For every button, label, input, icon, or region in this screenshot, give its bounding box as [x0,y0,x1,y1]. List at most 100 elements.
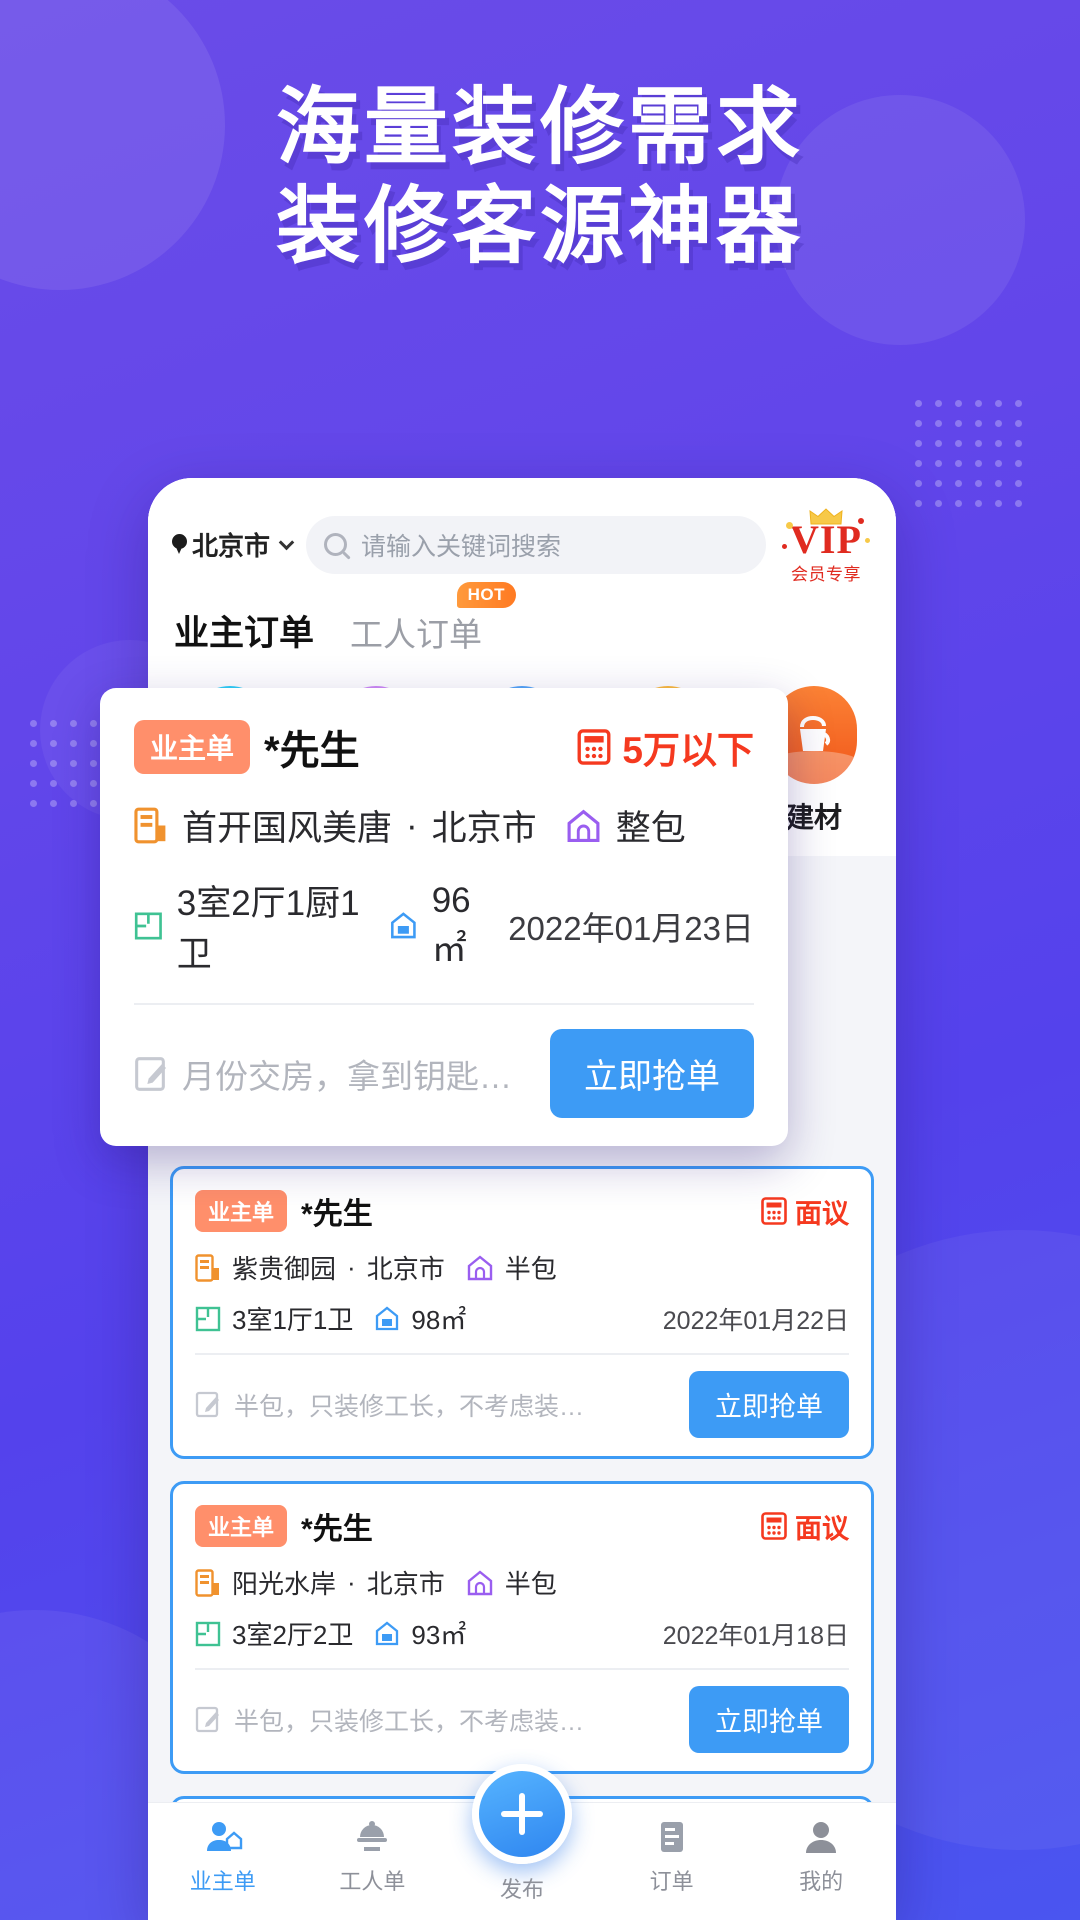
search-input[interactable]: 请输入关键词搜索 [306,515,766,574]
tab-label: 工人订单 [350,616,483,653]
order-city: 北京市 [431,809,537,848]
building-icon [195,1253,219,1282]
search-icon [324,533,348,556]
order-card[interactable]: 业主单 *先生 面议 阳光水岸 · 北京市 半包 3室2厅2卫 93㎡ 2022… [170,1481,874,1774]
nav-label: 工人单 [339,1869,406,1894]
search-placeholder: 请输入关键词搜索 [361,532,562,561]
grab-order-button[interactable]: 立即抢单 [689,1371,849,1438]
nav-label: 业主单 [189,1869,256,1894]
order-budget-label: 面议 [795,1198,849,1229]
hot-badge: HOT [456,582,517,608]
vip-title: VIP [790,517,862,562]
card-divider [195,1668,849,1670]
area-icon [376,1621,399,1645]
building-icon [195,1568,219,1597]
calculator-icon [577,729,611,765]
order-tag: 业主单 [134,720,251,774]
nav-item-owner-orders[interactable]: 业主单 [148,1817,298,1896]
order-separator: · [406,805,418,845]
calculator-icon [761,1197,787,1225]
nav-label: 订单 [649,1869,694,1894]
order-budget: 面议 [761,1507,849,1546]
card-divider [195,1353,849,1355]
location-selector[interactable]: 北京市 [172,526,295,563]
order-package: 半包 [504,1569,557,1599]
grab-order-button[interactable]: 立即抢单 [689,1686,849,1753]
order-separator: · [347,1567,356,1597]
sparkle-dot [865,538,870,543]
user-profile-icon [746,1817,896,1861]
tab-owner-orders[interactable]: 业主订单 [174,605,314,658]
order-date: 2022年01月22日 [662,1306,849,1335]
app-top-bar: 北京市 请输入关键词搜索 VIP 会员专享 [148,478,896,595]
order-description: 半包，只装修工长，不考虑装… [234,1707,585,1736]
order-budget: 面议 [761,1192,849,1231]
calculator-icon [761,1512,787,1540]
home-arch-icon [467,1254,492,1280]
grab-order-button[interactable]: 立即抢单 [550,1029,754,1118]
order-package: 整包 [615,809,686,848]
nav-item-worker-orders[interactable]: 工人单 [298,1817,448,1896]
sparkle-dot [782,544,787,549]
order-layout: 3室1厅1卫 [232,1305,354,1335]
home-arch-icon [467,1569,492,1595]
location-pin-icon [172,534,187,555]
headline-line-2: 装修客源神器 [275,177,804,276]
tab-worker-orders[interactable]: 工人订单 HOT [350,582,517,658]
order-city: 北京市 [366,1254,445,1284]
order-tag: 业主单 [195,1190,288,1232]
vip-subtitle: 会员专享 [791,565,861,584]
order-type-tabs: 业主订单 工人订单 HOT [148,582,896,672]
order-layout: 3室2厅2卫 [232,1620,354,1650]
order-budget-label: 5万以下 [622,730,754,771]
order-budget-label: 面议 [795,1513,849,1544]
order-area: 93㎡ [411,1620,467,1650]
floorplan-icon [195,1306,221,1331]
floorplan-icon [134,912,162,940]
note-icon [195,1391,219,1418]
area-icon [390,912,416,939]
order-customer-name: *先生 [264,729,360,773]
nav-item-orders[interactable]: 订单 [597,1817,747,1896]
floorplan-icon [195,1621,221,1646]
order-community: 紫贵御园 [232,1254,337,1284]
tab-label: 业主订单 [174,614,315,653]
poster-headline: 海量装修需求 装修客源神器 [0,78,1080,276]
order-card[interactable]: 业主单 *先生 面议 紫贵御园 · 北京市 半包 3室1厅1卫 98㎡ 2022… [170,1166,874,1459]
order-list-icon [597,1817,747,1861]
order-budget: 5万以下 [577,720,754,774]
order-layout: 3室2厅1厨1卫 [176,884,360,974]
order-date: 2022年01月23日 [508,910,755,947]
order-date: 2022年01月18日 [662,1621,849,1650]
featured-order-card[interactable]: 业主单 *先生 5万以下 首开国风美唐 · 北京市 整包 3室2厅1厨1卫 96… [100,688,788,1146]
note-icon [195,1706,219,1733]
order-description: 月份交房，拿到钥匙就装修，… [182,1057,538,1095]
building-icon [134,807,166,844]
home-arch-icon [567,809,600,842]
owner-order-icon [148,1817,298,1861]
order-separator: · [347,1252,356,1282]
worker-order-icon [298,1817,448,1861]
order-description: 半包，只装修工长，不考虑装… [234,1392,585,1421]
headline-line-1: 海量装修需求 [275,78,804,176]
order-package: 半包 [504,1254,557,1284]
nav-label: 我的 [799,1869,844,1894]
order-customer-name: *先生 [301,1513,373,1546]
publish-fab-label: 发布 [499,1877,545,1902]
order-community: 首开国风美唐 [182,809,393,848]
dot-grid-right [915,400,1022,507]
order-customer-name: *先生 [301,1198,373,1231]
chevron-down-icon [278,534,295,550]
order-community: 阳光水岸 [232,1569,337,1599]
publish-fab-button[interactable] [472,1764,572,1864]
sparkle-dot [858,518,864,524]
order-city: 北京市 [366,1569,445,1599]
order-area: 98㎡ [411,1305,467,1335]
card-divider [134,1003,754,1005]
order-tag: 业主单 [195,1505,288,1547]
order-area: 96㎡ [431,880,471,969]
area-icon [376,1306,399,1330]
note-icon [135,1056,166,1091]
vip-badge[interactable]: VIP 会员专享 [780,504,872,585]
nav-item-profile[interactable]: 我的 [746,1817,896,1896]
